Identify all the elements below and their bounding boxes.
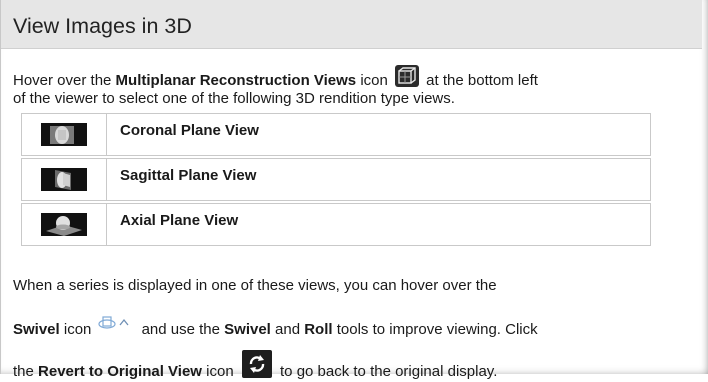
sagittal-plane-icon xyxy=(41,168,87,191)
view-icon-cell xyxy=(21,203,107,246)
coronal-plane-icon xyxy=(41,123,87,146)
tools-text: tools to improve viewing. Click xyxy=(332,321,538,338)
swivel-bold: Swivel xyxy=(13,321,60,338)
swivel-bold-2: Swivel xyxy=(224,321,271,338)
body-line-1: When a series is displayed in one of the… xyxy=(13,277,497,294)
ending-text: to go back to the original display. xyxy=(275,363,498,380)
view-row-coronal: Coronal Plane View xyxy=(21,113,651,156)
header-bar: View Images in 3D xyxy=(1,0,702,49)
views-table: Coronal Plane View Sagittal Plane View A… xyxy=(21,113,651,246)
intro-paragraph: Hover over the Multiplanar Reconstructio… xyxy=(13,65,703,108)
intro-line-1: Hover over the Multiplanar Reconstructio… xyxy=(13,65,703,90)
swivel-icon-word: icon xyxy=(63,321,92,338)
intro-bold-mpr: Multiplanar Reconstruction Views xyxy=(115,72,357,89)
view-row-axial: Axial Plane View xyxy=(21,203,651,246)
view-label: Sagittal Plane View xyxy=(106,158,651,201)
view-label: Axial Plane View xyxy=(106,203,651,246)
body-line-3: the Revert to Original View icon to go b… xyxy=(13,350,703,380)
body-line-2: Swivel icon and use the Swivel and Roll … xyxy=(13,314,703,338)
and-text: and xyxy=(270,321,305,338)
view-icon-cell xyxy=(21,113,107,156)
roll-bold: Roll xyxy=(304,321,333,338)
view-label: Coronal Plane View xyxy=(106,113,651,156)
swivel-icon xyxy=(97,314,131,332)
icon-word: icon xyxy=(201,363,238,380)
help-page: View Images in 3D Hover over the Multipl… xyxy=(0,0,708,380)
intro-text-1: Hover over the xyxy=(13,72,116,89)
intro-text-3: at the bottom left xyxy=(422,72,538,89)
and-use-the-text: and use the xyxy=(137,321,225,338)
view-row-sagittal: Sagittal Plane View xyxy=(21,158,651,201)
page-title: View Images in 3D xyxy=(13,14,192,38)
revert-bold: Revert to Original View xyxy=(38,363,202,380)
axial-plane-icon xyxy=(41,213,87,236)
multiplanar-reconstruction-views-icon xyxy=(395,65,420,87)
the-text: the xyxy=(13,363,39,380)
view-icon-cell xyxy=(21,158,107,201)
intro-text-2: icon xyxy=(356,72,393,89)
intro-line-2: of the viewer to select one of the follo… xyxy=(13,90,455,107)
